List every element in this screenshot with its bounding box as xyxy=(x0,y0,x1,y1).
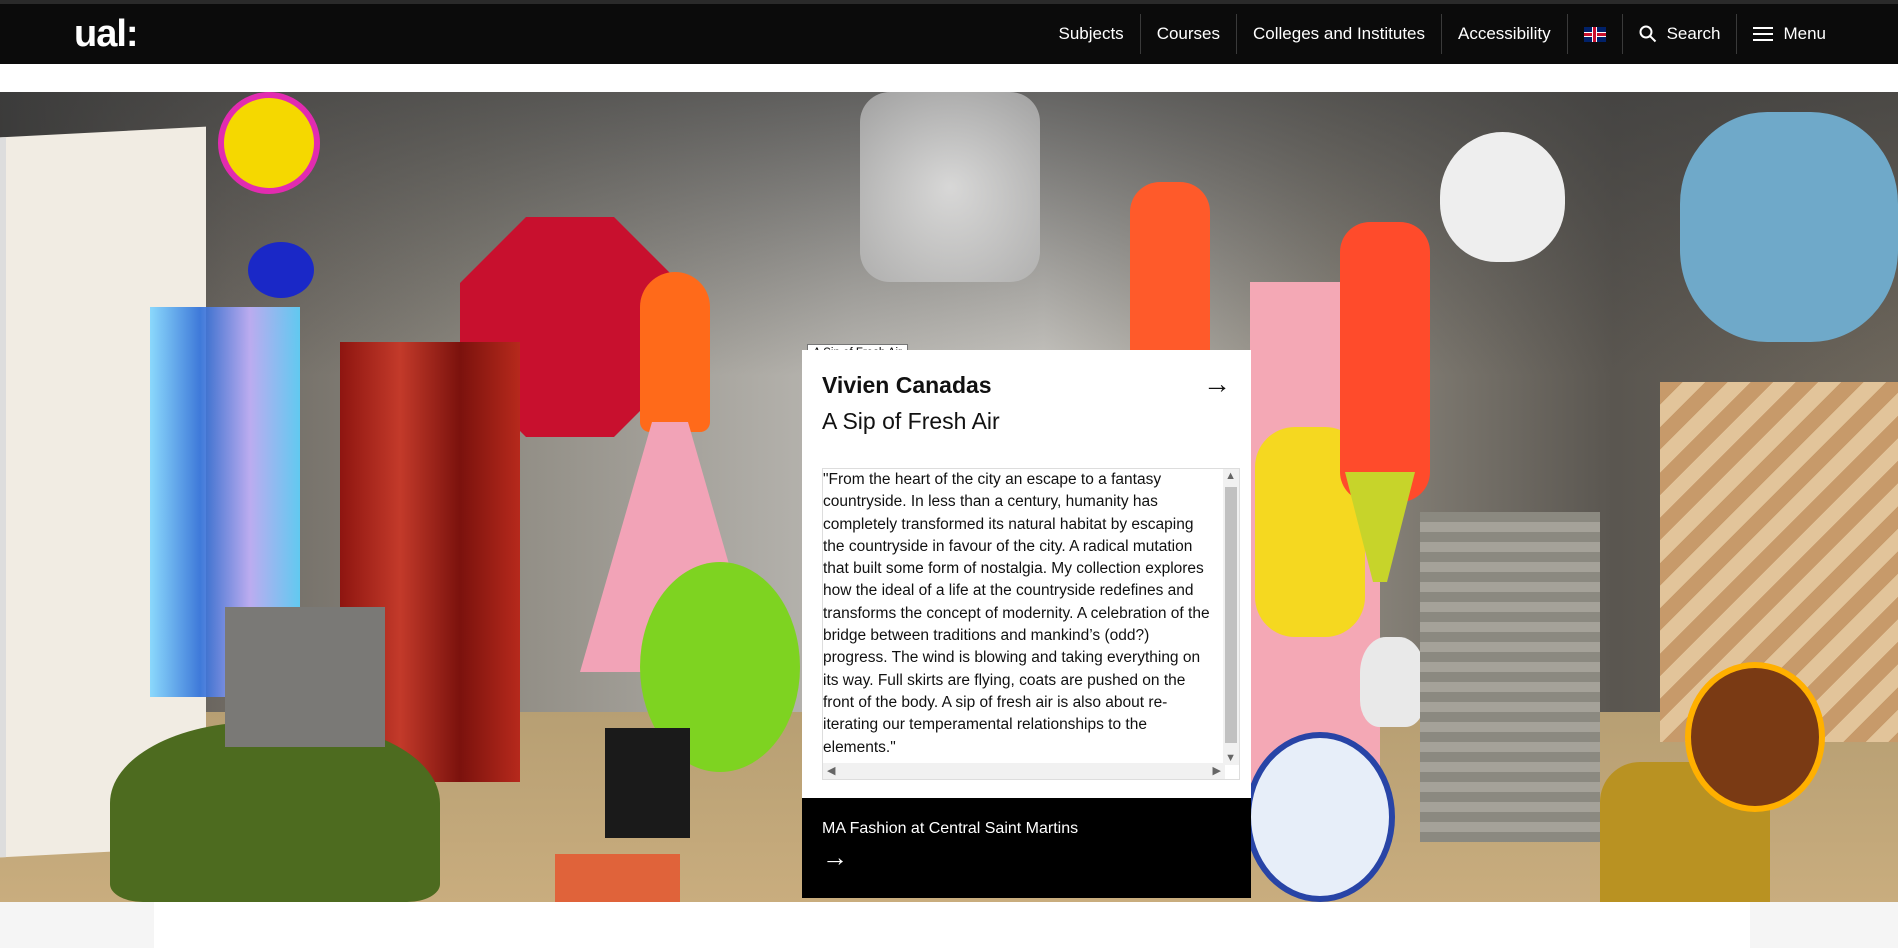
content-panel xyxy=(154,902,1750,948)
menu-label: Menu xyxy=(1783,24,1826,43)
course-label: MA Fashion at Central Saint Martins xyxy=(822,820,1079,837)
blue-white-vase xyxy=(1245,732,1395,902)
red-monster-costume xyxy=(1340,222,1430,502)
language-selector[interactable] xyxy=(1568,14,1623,54)
nav-subjects[interactable]: Subjects xyxy=(1042,14,1141,54)
menu-button[interactable]: Menu xyxy=(1737,14,1826,54)
blue-pompom xyxy=(248,242,314,298)
scroll-right-icon[interactable]: ▶ xyxy=(1213,764,1221,777)
yellow-ball-sculpture xyxy=(218,92,320,194)
feature-card[interactable]: Vivien Canadas → A Sip of Fresh Air "Fro… xyxy=(802,350,1251,798)
concrete-block xyxy=(225,607,385,747)
right-arrow-icon[interactable]: → xyxy=(1203,368,1231,400)
card-quote: "From the heart of the city an escape to… xyxy=(823,471,1210,756)
card-project-title: A Sip of Fresh Air xyxy=(822,408,1000,434)
right-arrow-icon: → xyxy=(822,842,848,872)
monster-mask-figure xyxy=(1685,662,1825,812)
scroll-left-icon[interactable]: ◀ xyxy=(827,764,835,777)
horizontal-scrollbar[interactable]: ◀ ▶ xyxy=(823,763,1225,779)
top-navigation-bar: ual: Subjects Courses Colleges and Insti… xyxy=(0,0,1898,64)
uk-flag-icon xyxy=(1583,26,1606,42)
vertical-scrollbar[interactable]: ▲ ▼ xyxy=(1223,469,1239,765)
nav-courses[interactable]: Courses xyxy=(1141,14,1237,54)
ual-logo[interactable]: ual: xyxy=(74,14,139,54)
card-designer-name[interactable]: Vivien Canadas xyxy=(822,372,992,399)
orange-hooded-figure xyxy=(640,272,710,432)
scrollbar-thumb[interactable] xyxy=(1225,487,1237,743)
search-icon xyxy=(1639,25,1656,43)
quote-scroll-area[interactable]: "From the heart of the city an escape to… xyxy=(822,468,1240,780)
search-button[interactable]: Search xyxy=(1623,14,1738,54)
silver-heart-sculpture xyxy=(1440,132,1565,262)
scroll-up-icon[interactable]: ▲ xyxy=(1225,470,1236,482)
scroll-down-icon[interactable]: ▼ xyxy=(1225,752,1236,764)
glass-chandelier xyxy=(860,92,1040,282)
speaker-box xyxy=(605,728,690,838)
search-label: Search xyxy=(1666,24,1721,43)
hamburger-menu-icon xyxy=(1753,26,1774,42)
nav-accessibility[interactable]: Accessibility xyxy=(1442,14,1568,54)
green-moss-sculpture xyxy=(110,722,440,902)
white-mannequin-head xyxy=(1360,637,1425,727)
nav-colleges-and-institutes[interactable]: Colleges and Institutes xyxy=(1237,14,1442,54)
blue-textured-sculpture xyxy=(1680,112,1898,342)
concrete-staircase xyxy=(1420,512,1600,842)
orange-brick xyxy=(555,854,680,902)
main-nav: Subjects Courses Colleges and Institutes… xyxy=(1042,14,1826,54)
page-background-strip xyxy=(0,902,1898,948)
card-course-link[interactable]: MA Fashion at Central Saint Martins → xyxy=(802,798,1251,898)
